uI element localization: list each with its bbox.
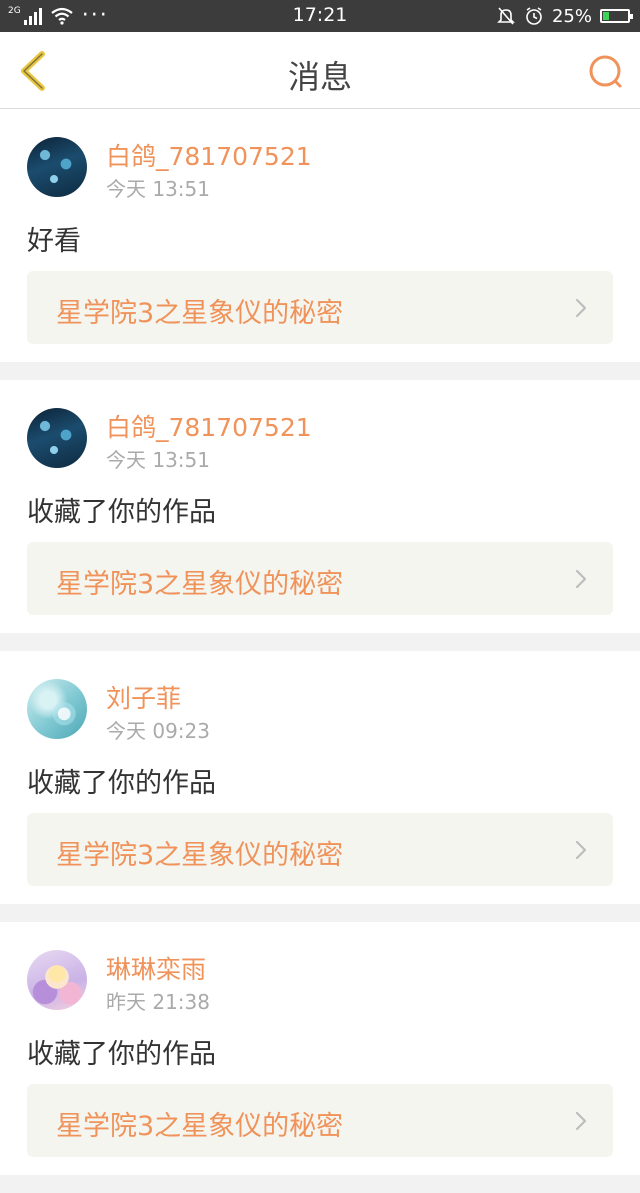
user-name[interactable]: 白鸽_781707521 bbox=[106, 408, 312, 444]
timestamp: 今天 13:51 bbox=[106, 177, 210, 201]
header: 消息 bbox=[0, 32, 640, 109]
avatar[interactable] bbox=[27, 950, 87, 1010]
message-item: 白鸽_781707521 今天 13:51 好看 星学院3之星象仪的秘密 bbox=[0, 109, 640, 362]
message-text: 收藏了你的作品 bbox=[27, 768, 216, 799]
message-text: 好看 bbox=[27, 226, 81, 257]
user-name[interactable]: 刘子菲 bbox=[106, 679, 181, 715]
timestamp: 今天 13:51 bbox=[106, 448, 210, 472]
avatar[interactable] bbox=[27, 679, 87, 739]
status-bar: 2G ··· 17:21 25% bbox=[0, 0, 640, 32]
chevron-right-icon bbox=[575, 569, 587, 589]
message-item: 刘子菲 今天 09:23 收藏了你的作品 星学院3之星象仪的秘密 bbox=[0, 651, 640, 904]
message-item: 白鸽_781707521 今天 13:51 收藏了你的作品 星学院3之星象仪的秘… bbox=[0, 380, 640, 633]
message-item: 琳琳栾雨 昨天 21:38 收藏了你的作品 星学院3之星象仪的秘密 bbox=[0, 922, 640, 1175]
avatar[interactable] bbox=[27, 408, 87, 468]
work-title: 星学院3之星象仪的秘密 bbox=[56, 569, 344, 600]
avatar[interactable] bbox=[27, 137, 87, 197]
page-title: 消息 bbox=[287, 58, 352, 96]
alarm-muted-icon bbox=[497, 7, 515, 25]
battery-percent: 25% bbox=[551, 5, 592, 27]
chevron-right-icon bbox=[575, 298, 587, 318]
chevron-right-icon bbox=[575, 840, 587, 860]
timestamp: 今天 09:23 bbox=[106, 719, 210, 743]
work-title: 星学院3之星象仪的秘密 bbox=[56, 298, 344, 329]
clock-icon bbox=[526, 7, 542, 25]
user-name[interactable]: 琳琳栾雨 bbox=[106, 950, 206, 986]
battery-icon bbox=[600, 9, 633, 23]
user-name[interactable]: 白鸽_781707521 bbox=[106, 137, 312, 173]
work-link[interactable]: 星学院3之星象仪的秘密 bbox=[27, 542, 613, 615]
work-link[interactable]: 星学院3之星象仪的秘密 bbox=[27, 813, 613, 886]
message-list: 白鸽_781707521 今天 13:51 好看 星学院3之星象仪的秘密 白鸽_… bbox=[0, 109, 640, 1193]
work-link[interactable]: 星学院3之星象仪的秘密 bbox=[27, 1084, 613, 1157]
chevron-right-icon bbox=[575, 1111, 587, 1131]
status-right: 25% bbox=[496, 4, 633, 28]
work-title: 星学院3之星象仪的秘密 bbox=[56, 1111, 344, 1142]
battery-level bbox=[603, 12, 609, 20]
work-link[interactable]: 星学院3之星象仪的秘密 bbox=[27, 271, 613, 344]
work-title: 星学院3之星象仪的秘密 bbox=[56, 840, 344, 871]
timestamp: 昨天 21:38 bbox=[106, 990, 210, 1014]
message-text: 收藏了你的作品 bbox=[27, 497, 216, 528]
search-button[interactable] bbox=[586, 52, 624, 90]
message-text: 收藏了你的作品 bbox=[27, 1039, 216, 1070]
